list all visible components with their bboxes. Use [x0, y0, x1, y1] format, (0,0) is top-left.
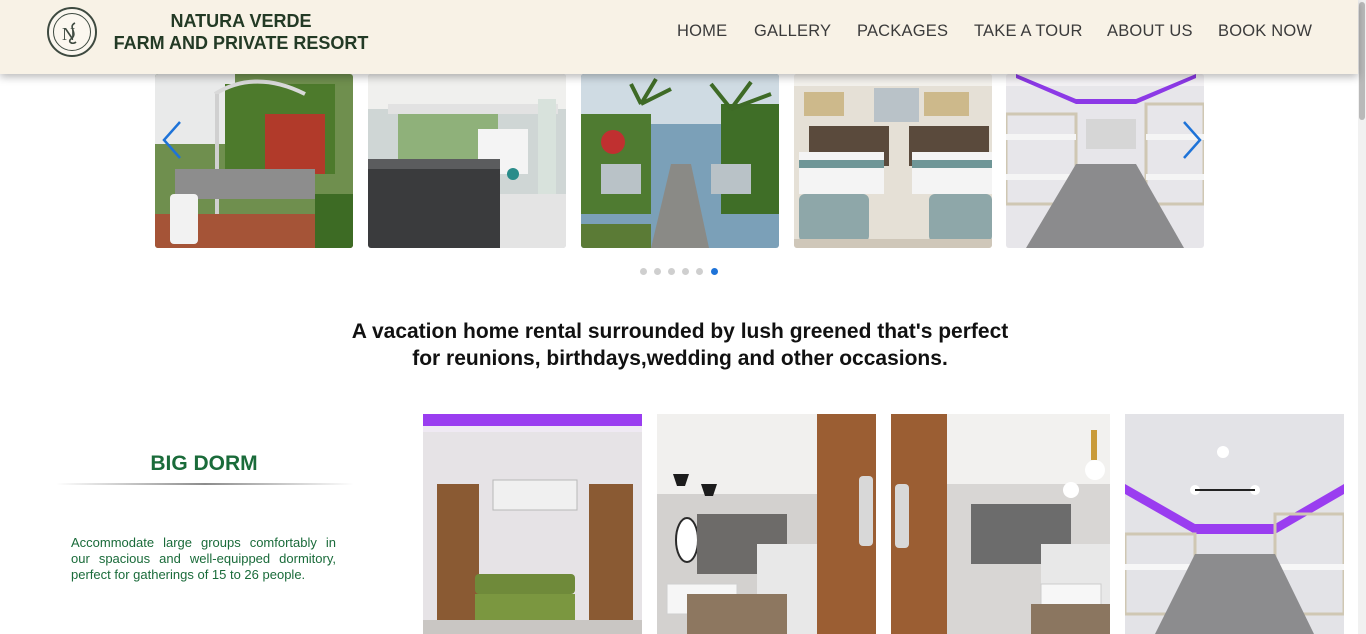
nav-about-us[interactable]: ABOUT US — [1107, 22, 1193, 41]
carousel-slide-3[interactable] — [581, 74, 779, 248]
carousel-slide-1[interactable] — [155, 74, 353, 248]
nav-book-now[interactable]: BOOK NOW — [1218, 22, 1312, 41]
nav-take-a-tour[interactable]: TAKE A TOUR — [974, 22, 1083, 41]
nav-gallery[interactable]: GALLERY — [754, 22, 831, 41]
carousel-dot[interactable] — [668, 268, 675, 275]
carousel-next-arrow-icon[interactable] — [1180, 120, 1204, 160]
carousel-dot[interactable] — [682, 268, 689, 275]
carousel-prev-arrow-icon[interactable] — [160, 120, 184, 160]
nav-home[interactable]: HOME — [677, 22, 727, 41]
tagline-line-1: A vacation home rental surrounded by lus… — [351, 320, 1009, 343]
carousel-dot[interactable] — [654, 268, 661, 275]
carousel-dot-active[interactable] — [711, 268, 718, 275]
carousel-slide-4[interactable] — [794, 74, 992, 248]
brand-line-1: NATURA VERDE — [170, 11, 312, 31]
tagline-line-2: for reunions, birthdays,wedding and othe… — [412, 347, 948, 370]
room-title: BIG DORM — [150, 452, 258, 475]
room-photo-4[interactable] — [1125, 414, 1344, 634]
scrollbar-thumb[interactable] — [1359, 2, 1365, 120]
page-scrollbar[interactable] — [1358, 0, 1366, 634]
nav-packages[interactable]: PACKAGES — [857, 22, 948, 41]
tagline: A vacation home rental surrounded by lus… — [280, 318, 1080, 372]
logo-icon[interactable]: N — [47, 7, 97, 57]
brand-name[interactable]: NATURA VERDE FARM AND PRIVATE RESORT — [104, 10, 378, 54]
title-divider — [56, 483, 354, 485]
room-description: Accommodate large groups comfortably in … — [71, 535, 336, 582]
monogram-icon: N — [62, 22, 77, 45]
carousel-dot[interactable] — [640, 268, 647, 275]
site-header: N NATURA VERDE FARM AND PRIVATE RESORT H… — [0, 0, 1358, 74]
carousel-slide-5[interactable] — [1006, 74, 1204, 248]
room-photo-2[interactable] — [657, 414, 876, 634]
carousel-dot[interactable] — [696, 268, 703, 275]
svg-text:N: N — [62, 24, 75, 44]
brand-line-2: FARM AND PRIVATE RESORT — [113, 33, 369, 53]
carousel-slide-2[interactable] — [368, 74, 566, 248]
room-photo-3[interactable] — [891, 414, 1110, 634]
room-photo-1[interactable] — [423, 414, 642, 634]
